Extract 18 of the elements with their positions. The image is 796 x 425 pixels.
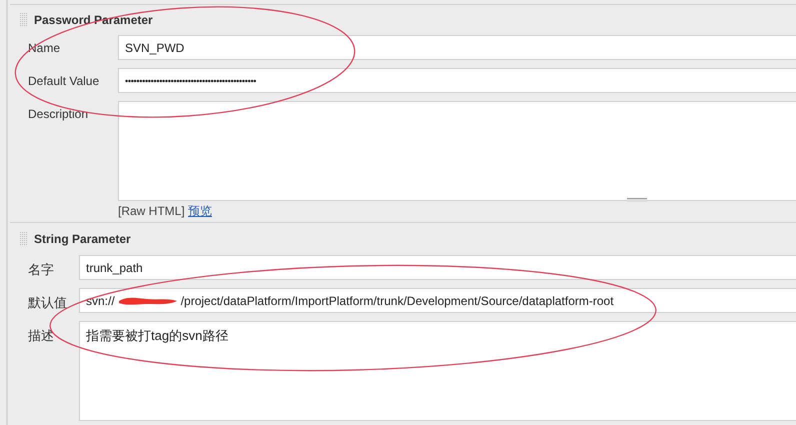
field-text: /project/dataPlatform/ImportPlatform/trunk/Development/Source/dataplatform-root	[180, 294, 614, 308]
field-label: Default Value	[27, 73, 100, 88]
field-label: 描述	[27, 327, 55, 345]
field-label: 默认值	[27, 294, 68, 312]
field-label: Description	[27, 106, 90, 121]
preview-link[interactable]: 预览	[188, 204, 212, 218]
password-field[interactable]: ••••••••••••••••••••••••••••••••••••••••••••••	[118, 68, 796, 93]
text-field[interactable]: svn:// /project/dataPlatform/ImportPlatform/trunk/Development/Source/dataplatform-root	[79, 288, 796, 313]
text-field[interactable]: SVN_PWD	[118, 35, 796, 60]
raw-html-note: [Raw HTML]	[118, 204, 185, 218]
resize-handle[interactable]	[627, 198, 647, 202]
text-area[interactable]	[118, 101, 796, 201]
field-label: 名字	[27, 261, 55, 279]
section-title: String Parameter	[34, 232, 131, 246]
text-field[interactable]: trunk_path	[79, 255, 796, 280]
text-area[interactable]: 指需要被打tag的svn路径	[79, 321, 796, 421]
field-text: svn://	[86, 294, 115, 308]
section-title: Password Parameter	[34, 13, 153, 27]
